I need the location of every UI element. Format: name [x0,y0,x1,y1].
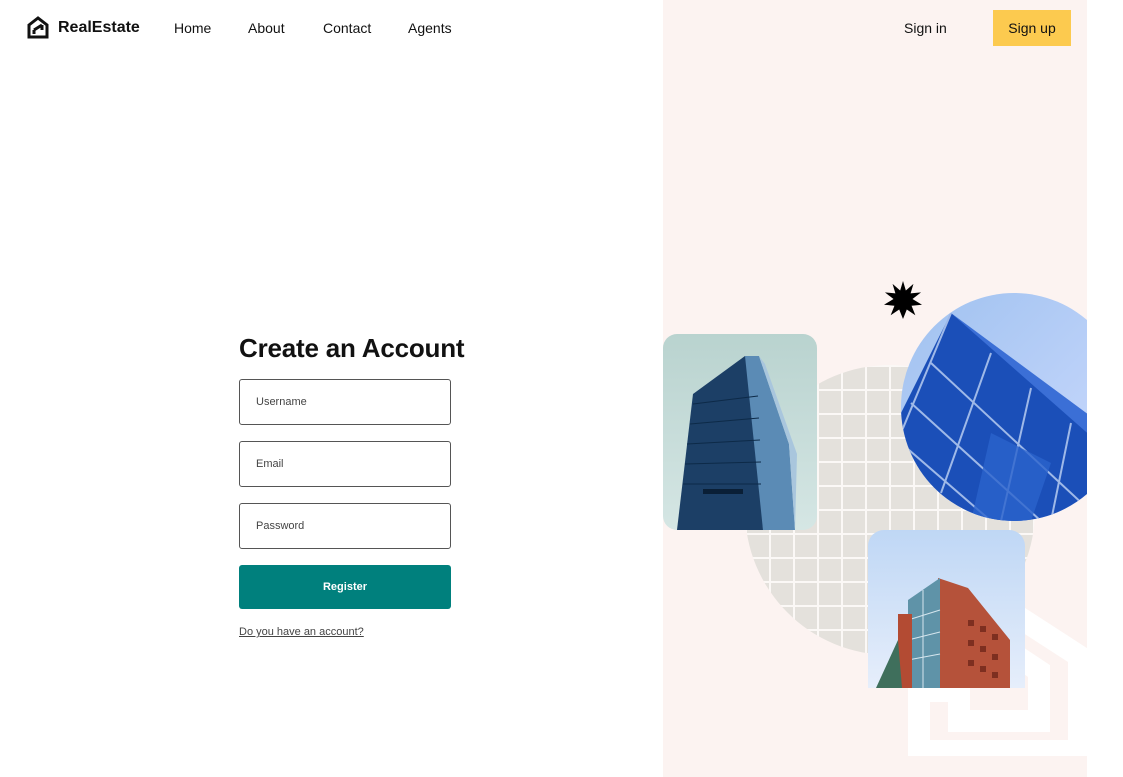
nav-contact-link[interactable]: Contact [323,20,371,36]
page-title: Create an Account [239,333,465,363]
username-input[interactable] [239,379,451,425]
nav-about-link[interactable]: About [248,20,285,36]
signin-link[interactable]: Sign in [904,20,947,36]
password-input[interactable] [239,503,451,549]
login-link[interactable]: Do you have an account? [239,626,364,638]
email-input[interactable] [239,441,451,487]
register-button[interactable]: Register [239,565,451,609]
logo[interactable]: RealEstate [26,16,140,40]
realestate-logo-icon [27,16,49,39]
starburst-icon [884,281,922,319]
register-form: Create an Account Register Do you have a… [239,333,465,640]
hero-panel [663,0,1087,777]
nav-agents-link[interactable]: Agents [408,20,452,36]
nav-home-link[interactable]: Home [174,20,211,36]
building-photo-tower [663,334,817,530]
building-photo-brick [868,530,1025,688]
logo-text: RealEstate [58,19,140,36]
signup-button[interactable]: Sign up [993,10,1071,46]
